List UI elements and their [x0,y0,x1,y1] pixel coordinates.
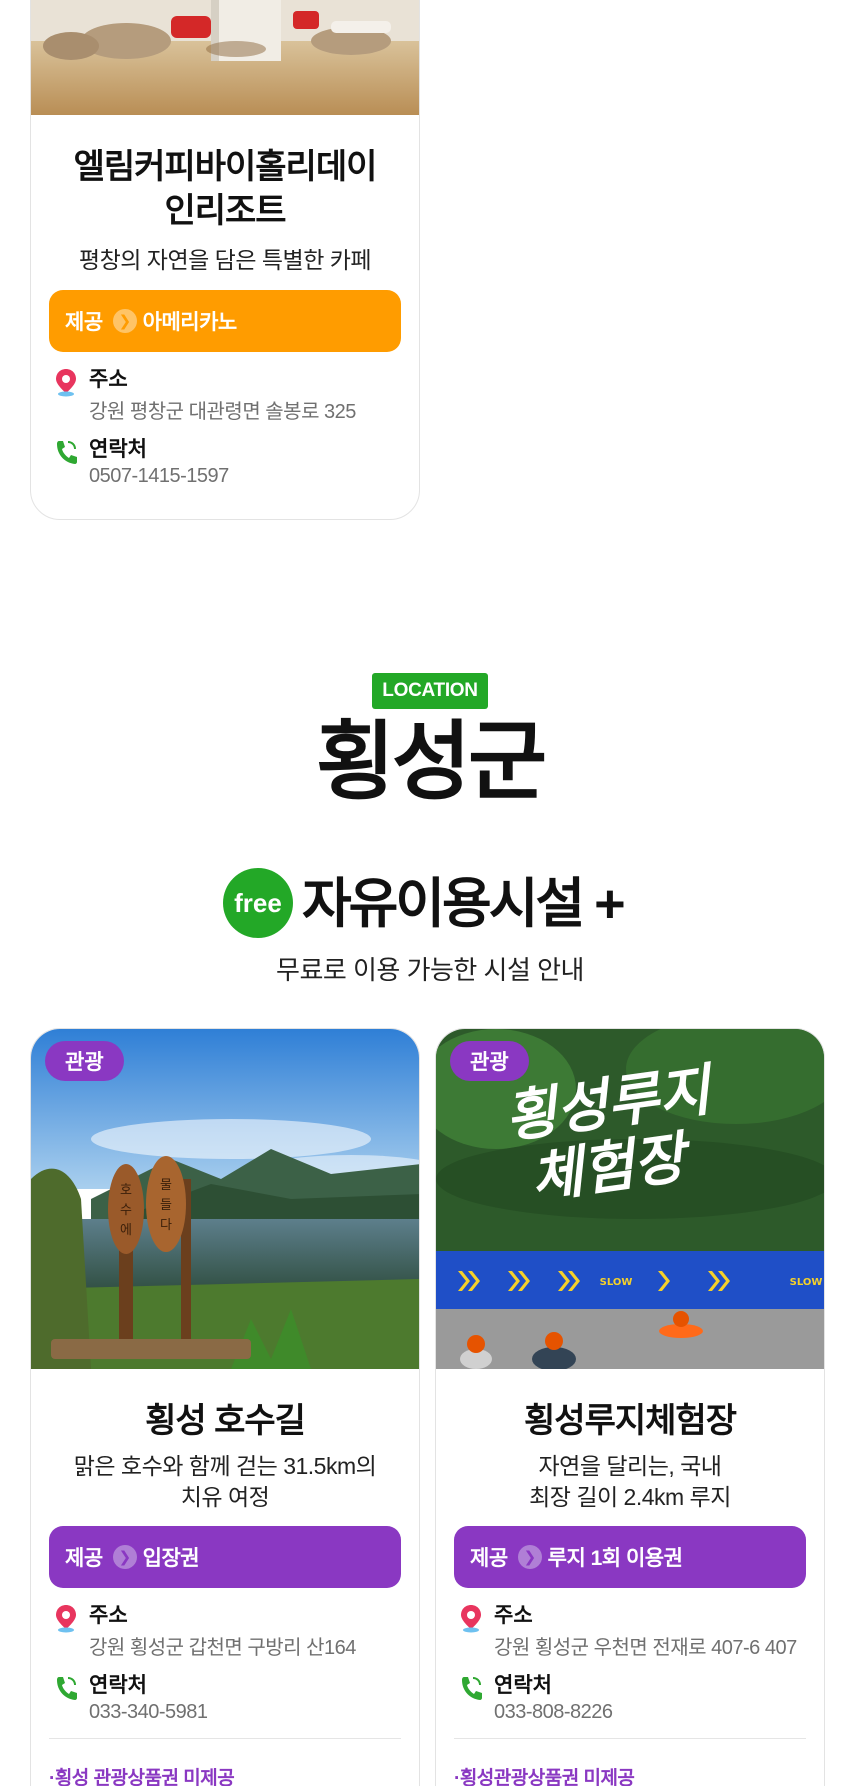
provide-value: 아메리카노 [142,311,238,334]
provide-label: 제공 [65,311,103,334]
chevron-right-icon: ❯ [112,1545,137,1569]
sign-text-4: 물 [160,1178,172,1193]
facility-note: ·횡성관광상품권 미제공 [454,1768,635,1786]
free-facility-subtitle: 무료로 이용 가능한 시설 안내 [276,955,584,985]
chevron-right-icon: ❯ [517,1545,542,1569]
facility-desc-line2: 치유 여정 [180,1484,270,1510]
address-value: 강원 횡성군 우천면 전재로 407-6 407 [494,1637,797,1659]
location-pin-icon [461,1605,481,1633]
sign-text-5: 들 [160,1198,172,1213]
cafe-interior-illustration [31,0,419,115]
phone-icon [57,441,77,464]
cafe-title-line2: 인리조트 [164,192,286,230]
provide-bar[interactable]: 제공 ❯ 입장권 [49,1526,401,1588]
banner-text-2: SLOW [790,1277,823,1288]
address-label: 주소 [89,1604,128,1627]
phone-icon [57,1677,77,1700]
facility-address: 주소 강원 횡성군 우천면 전재로 407-6 407 [454,1599,806,1661]
contact-value: 0507-1415-1597 [89,465,229,487]
facility-contact: 연락처 033-808-8226 [454,1669,806,1731]
provide-value: 입장권 [142,1547,200,1570]
location-badge: LOCATION [372,673,488,709]
facility-contact: 연락처 033-340-5981 [49,1669,401,1731]
facility-desc-line1: 맑은 호수와 함께 걷는 31.5km의 [73,1453,377,1479]
cafe-image [31,0,419,115]
provide-label: 제공 [65,1547,103,1570]
region-title: 횡성군 [315,714,547,810]
contact-label: 연락처 [494,1674,552,1697]
facility-desc-line1: 자연을 달리는, 국내 [538,1453,722,1479]
contact-value: 033-808-8226 [494,1701,613,1723]
facility-note: ·횡성 관광상품권 미제공 [49,1768,235,1786]
address-value: 강원 횡성군 갑천면 구방리 산164 [89,1637,356,1659]
chevron-right-icon: ❯ [112,309,137,333]
provide-value: 루지 1회 이용권 [547,1547,683,1570]
divider [454,1738,806,1739]
location-pin-icon [56,1605,76,1633]
phone-icon [462,1677,482,1700]
free-badge: free [223,868,293,938]
facility-address: 주소 강원 횡성군 갑천면 구방리 산164 [49,1599,401,1661]
facility-desc-line2: 최장 길이 2.4km 루지 [529,1484,731,1510]
banner-text: SLOW [600,1277,633,1288]
sign-text-3: 에 [120,1223,132,1238]
category-tag: 관광 [45,1041,124,1081]
divider [49,1738,401,1739]
cafe-provide-bar[interactable]: 제공 ❯ 아메리카노 [49,290,401,352]
cafe-contact: 연락처 0507-1415-1597 [49,433,401,495]
address-label: 주소 [494,1604,533,1627]
provide-label: 제공 [470,1547,508,1570]
address-label: 주소 [89,368,128,391]
facility-title: 횡성 호수길 [145,1402,306,1440]
contact-value: 033-340-5981 [89,1701,208,1723]
location-pin-icon [56,369,76,397]
sign-text-2: 수 [120,1203,132,1218]
address-value: 강원 평창군 대관령면 솔봉로 325 [89,401,356,423]
facility-card-luge[interactable]: SLOW SLOW 횡성루지 체험장 관광 횡성루지체험장 자연을 달리는, 국… [435,1028,825,1786]
facility-title: 횡성루지체험장 [524,1402,737,1440]
free-facility-title: 자유이용시설 + [302,874,626,934]
cafe-address: 주소 강원 평창군 대관령면 솔봉로 325 [49,363,401,425]
sign-text-1: 호 [120,1183,132,1198]
sign-text-6: 다 [160,1218,172,1233]
provide-bar[interactable]: 제공 ❯ 루지 1회 이용권 [454,1526,806,1588]
contact-label: 연락처 [89,1674,147,1697]
cafe-title-line1: 엘림커피바이홀리데이 [73,148,378,186]
cafe-description: 평창의 자연을 담은 특별한 카페 [78,247,372,273]
cafe-card[interactable]: 엘림커피바이홀리데이 인리조트 평창의 자연을 담은 특별한 카페 제공 ❯ 아… [30,0,420,520]
contact-label: 연락처 [89,438,147,461]
category-tag: 관광 [450,1041,529,1081]
free-facility-header: free 자유이용시설 + [0,868,860,940]
facility-card-lake[interactable]: 호 수 에 물 들 다 관광 횡성 호수길 맑은 호수와 함께 걷는 31.5k… [30,1028,420,1786]
